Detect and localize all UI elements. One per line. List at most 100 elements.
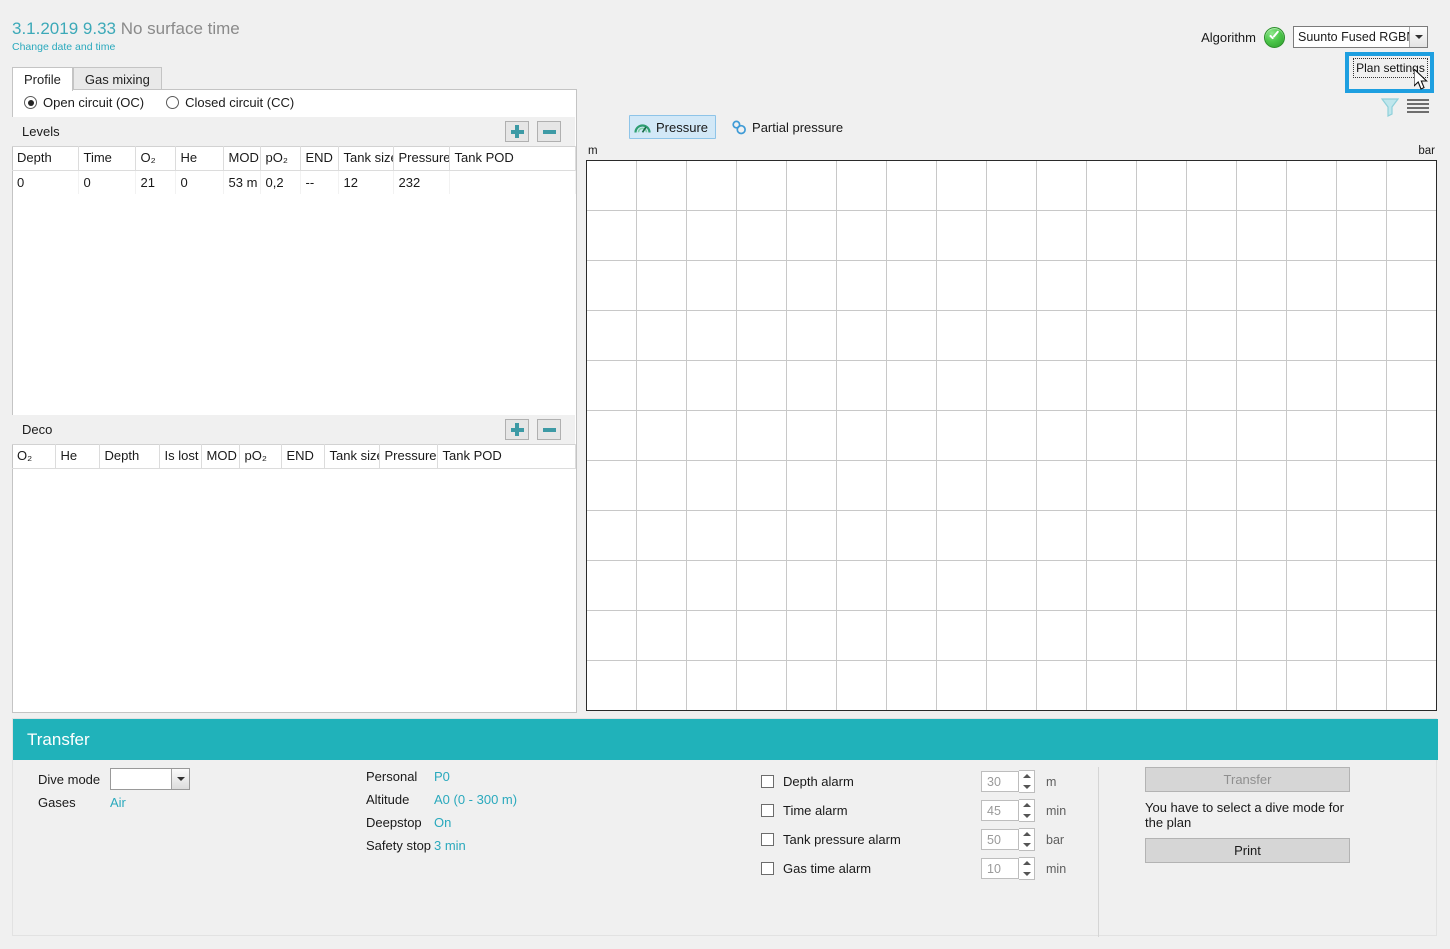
plus-icon [511, 125, 524, 138]
personal-label: Personal [366, 769, 434, 784]
altitude-value: A0 (0 - 300 m) [434, 792, 517, 807]
personal-value: P0 [434, 769, 450, 784]
deco-col-depth[interactable]: Depth [99, 444, 159, 469]
print-button[interactable]: Print [1145, 838, 1350, 863]
algorithm-selected-value: Suunto Fused RGBM [1298, 30, 1409, 44]
transfer-button[interactable]: Transfer [1145, 767, 1350, 792]
tab-gas-mixing[interactable]: Gas mixing [73, 67, 162, 91]
circuit-type-radiogroup: Open circuit (OC) Closed circuit (CC) [24, 95, 294, 110]
vertical-divider [1098, 767, 1099, 937]
plan-settings-button[interactable]: Plan settings [1353, 58, 1428, 78]
radio-closed-circuit-label: Closed circuit (CC) [185, 95, 294, 110]
transfer-title: Transfer [27, 730, 90, 750]
cell-tank-pod[interactable] [449, 171, 575, 195]
algorithm-label: Algorithm [1201, 30, 1256, 45]
deco-col-is-lost[interactable]: Is lost [159, 444, 201, 469]
funnel-filter-icon[interactable] [1379, 97, 1401, 117]
tank-pressure-alarm-label: Tank pressure alarm [783, 832, 981, 847]
levels-title: Levels [22, 124, 60, 139]
deco-col-he[interactable]: He [55, 444, 99, 469]
cell-po2[interactable]: 0,2 [260, 171, 300, 195]
levels-table: Depth Time O₂ He MOD pO₂ END Tank size P… [12, 146, 576, 194]
time-alarm-stepper[interactable] [1019, 799, 1035, 822]
levels-col-mod[interactable]: MOD [223, 146, 260, 171]
levels-header-row: Depth Time O₂ He MOD pO₂ END Tank size P… [12, 146, 575, 171]
levels-col-po2[interactable]: pO₂ [260, 146, 300, 171]
cell-end[interactable]: -- [300, 171, 338, 195]
radio-closed-circuit-icon [166, 96, 179, 109]
gas-time-alarm-unit: min [1046, 862, 1066, 876]
gases-value: Air [110, 795, 126, 810]
tank-pressure-alarm-checkbox[interactable] [761, 833, 774, 846]
time-alarm-label: Time alarm [783, 803, 981, 818]
altitude-label: Altitude [366, 792, 434, 807]
tab-pressure[interactable]: Pressure [629, 115, 716, 139]
depth-alarm-input[interactable]: 30 [981, 771, 1019, 792]
action-column: Transfer You have to select a dive mode … [1145, 767, 1348, 863]
cell-he[interactable]: 0 [175, 171, 223, 195]
cell-tank-size[interactable]: 12 [338, 171, 393, 195]
deco-buttons [505, 419, 561, 440]
alarms-group: Depth alarm 30 m Time alarm 45 min Tank … [761, 767, 1066, 883]
cell-depth[interactable]: 0 [12, 171, 78, 195]
header-date-time: 3.1.2019 9.33 No surface time [12, 19, 240, 39]
deco-col-pressure[interactable]: Pressure [379, 444, 437, 469]
radio-open-circuit-icon [24, 96, 37, 109]
deco-add-button[interactable] [505, 419, 529, 440]
deco-col-po2[interactable]: pO₂ [239, 444, 281, 469]
plan-value-safety-stop: Safety stop 3 min [366, 834, 517, 857]
levels-col-tank-pod[interactable]: Tank POD [449, 146, 575, 171]
time-alarm-input[interactable]: 45 [981, 800, 1019, 821]
levels-section-header: Levels [12, 117, 575, 147]
transfer-panel: Transfer Dive mode Gases Air Personal P0… [12, 718, 1437, 936]
hamburger-menu-icon[interactable] [1407, 99, 1429, 115]
tab-partial-pressure[interactable]: Partial pressure [726, 115, 851, 139]
tab-profile[interactable]: Profile [12, 67, 73, 91]
profile-panel: Open circuit (OC) Closed circuit (CC) Le… [12, 89, 577, 713]
depth-alarm-checkbox[interactable] [761, 775, 774, 788]
radio-closed-circuit[interactable]: Closed circuit (CC) [166, 95, 294, 110]
gases-label: Gases [38, 795, 110, 810]
levels-col-pressure[interactable]: Pressure [393, 146, 449, 171]
gas-time-alarm-checkbox[interactable] [761, 862, 774, 875]
tank-pressure-alarm-stepper[interactable] [1019, 828, 1035, 851]
levels-col-end[interactable]: END [300, 146, 338, 171]
cell-o2[interactable]: 21 [135, 171, 175, 195]
deco-col-tank-size[interactable]: Tank size [324, 444, 379, 469]
radio-open-circuit-label: Open circuit (OC) [43, 95, 144, 110]
alarm-tank-pressure: Tank pressure alarm 50 bar [761, 825, 1066, 854]
chart-view-toggle-group: Pressure Partial pressure [629, 115, 851, 139]
deepstop-label: Deepstop [366, 815, 434, 830]
deco-remove-button[interactable] [537, 419, 561, 440]
minus-icon [543, 428, 556, 432]
cell-time[interactable]: 0 [78, 171, 135, 195]
deco-col-tank-pod[interactable]: Tank POD [437, 444, 575, 469]
radio-open-circuit[interactable]: Open circuit (OC) [24, 95, 144, 110]
levels-col-tank-size[interactable]: Tank size [338, 146, 393, 171]
levels-col-time[interactable]: Time [78, 146, 135, 171]
chart-plot-area[interactable] [586, 160, 1437, 711]
deco-col-mod[interactable]: MOD [201, 444, 239, 469]
deco-col-o2[interactable]: O₂ [12, 444, 55, 469]
dive-mode-row: Dive mode [38, 768, 190, 790]
levels-col-o2[interactable]: O₂ [135, 146, 175, 171]
algorithm-select[interactable]: Suunto Fused RGBM [1293, 26, 1428, 48]
deco-header-row: O₂ He Depth Is lost MOD pO₂ END Tank siz… [12, 444, 575, 469]
table-row[interactable]: 0 0 21 0 53 m 0,2 -- 12 232 [12, 171, 575, 195]
levels-col-depth[interactable]: Depth [12, 146, 78, 171]
cell-pressure[interactable]: 232 [393, 171, 449, 195]
minus-icon [543, 130, 556, 134]
tank-pressure-alarm-input[interactable]: 50 [981, 829, 1019, 850]
algorithm-area: Algorithm Suunto Fused RGBM [1201, 26, 1428, 48]
gas-time-alarm-stepper[interactable] [1019, 857, 1035, 880]
time-alarm-checkbox[interactable] [761, 804, 774, 817]
levels-remove-button[interactable] [537, 121, 561, 142]
levels-col-he[interactable]: He [175, 146, 223, 171]
deco-col-end[interactable]: END [281, 444, 324, 469]
dive-mode-select[interactable] [110, 768, 190, 790]
change-date-time-link[interactable]: Change date and time [12, 41, 115, 53]
gas-time-alarm-input[interactable]: 10 [981, 858, 1019, 879]
cell-mod[interactable]: 53 m [223, 171, 260, 195]
depth-alarm-stepper[interactable] [1019, 770, 1035, 793]
levels-add-button[interactable] [505, 121, 529, 142]
